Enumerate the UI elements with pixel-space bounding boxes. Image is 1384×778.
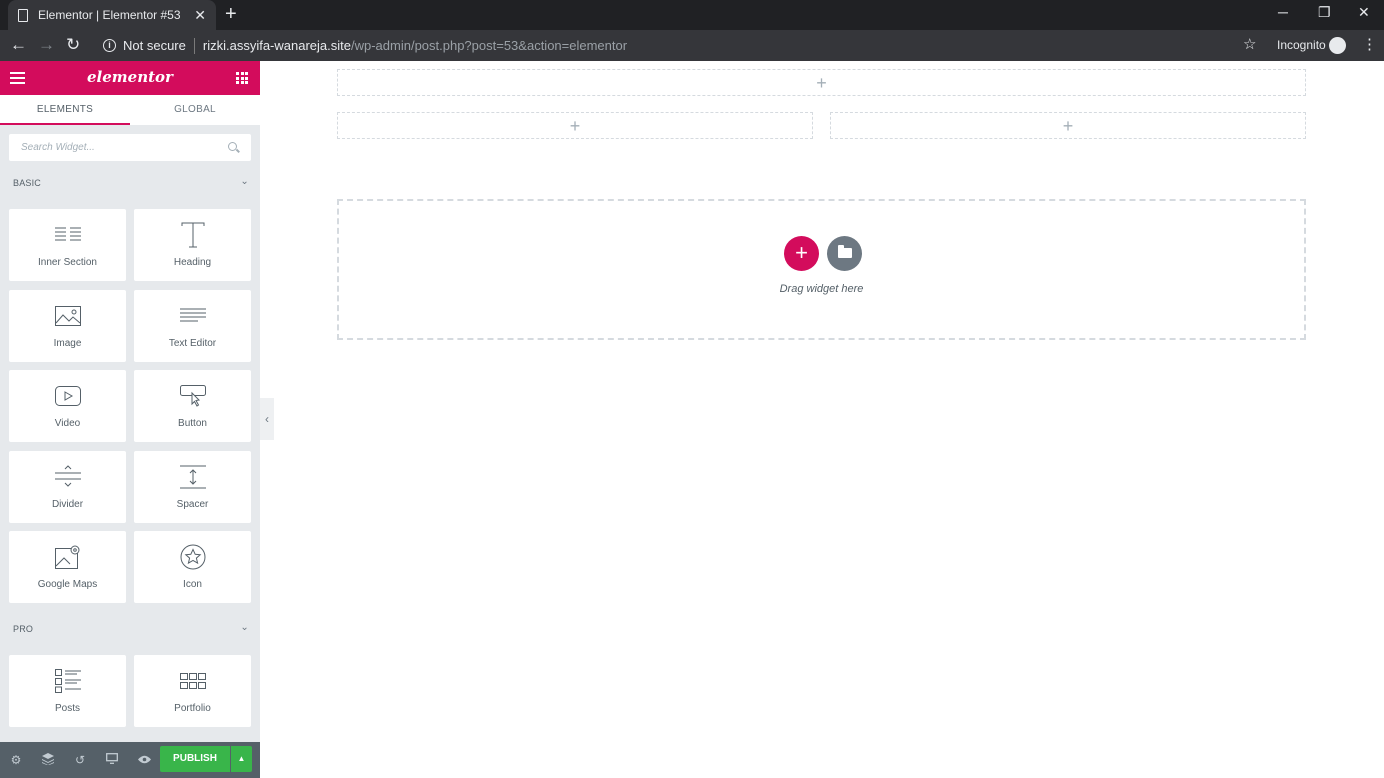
widget-divider[interactable]: Divider xyxy=(9,451,126,523)
tab-close-icon[interactable]: ✕ xyxy=(194,7,206,24)
tab-title: Elementor | Elementor #53 xyxy=(38,8,181,22)
star-icon xyxy=(134,543,251,571)
text-editor-icon xyxy=(134,302,251,330)
security-label[interactable]: Not secure xyxy=(123,38,186,53)
browser-tab[interactable]: Elementor | Elementor #53 ✕ xyxy=(8,0,216,30)
portfolio-icon xyxy=(134,667,251,695)
video-icon xyxy=(9,382,126,410)
history-icon[interactable]: ↺ xyxy=(73,753,87,767)
publish-options-arrow-icon[interactable]: ▲ xyxy=(231,746,252,772)
widget-label: Spacer xyxy=(176,499,209,510)
url-path[interactable]: /wp-admin/post.php?post=53&action=elemen… xyxy=(351,38,627,53)
widget-button[interactable]: Button xyxy=(134,370,251,442)
publish-button[interactable]: PUBLISH xyxy=(160,746,230,772)
panel-tabs: ELEMENTS GLOBAL xyxy=(0,95,260,125)
add-section-button[interactable]: + xyxy=(784,236,819,271)
url-host[interactable]: rizki.assyifa-wanareja.site xyxy=(203,38,351,53)
widget-video[interactable]: Video xyxy=(9,370,126,442)
separator xyxy=(193,37,195,54)
address-bar[interactable]: i Not secure rizki.assyifa-wanareja.site… xyxy=(94,34,1266,57)
category-basic[interactable]: BASIC ⌄ xyxy=(13,176,249,188)
forward-button[interactable]: → xyxy=(38,35,55,55)
tab-elements[interactable]: ELEMENTS xyxy=(0,95,130,125)
widget-google-maps[interactable]: Google Maps xyxy=(9,531,126,603)
reload-button[interactable]: ↻ xyxy=(66,35,80,55)
widget-heading[interactable]: Heading xyxy=(134,209,251,281)
back-button[interactable]: ← xyxy=(10,35,27,55)
search-input[interactable] xyxy=(9,134,209,161)
widget-icon[interactable]: Icon xyxy=(134,531,251,603)
button-icon xyxy=(134,382,251,410)
widgets-grid-icon[interactable] xyxy=(236,72,248,84)
widget-label: Portfolio xyxy=(174,703,211,714)
widget-image[interactable]: Image xyxy=(9,290,126,362)
browser-tab-bar: Elementor | Elementor #53 ✕ + ─ ❐ ✕ xyxy=(0,0,1384,30)
settings-gear-icon[interactable]: ⚙ xyxy=(9,753,23,767)
widget-text-editor[interactable]: Text Editor xyxy=(134,290,251,362)
tab-global[interactable]: GLOBAL xyxy=(130,95,260,125)
panel-collapse-toggle[interactable]: ‹ xyxy=(260,398,274,440)
navigator-layers-icon[interactable] xyxy=(41,753,55,767)
restore-button[interactable]: ❐ xyxy=(1318,4,1331,21)
chevron-down-icon: ⌄ xyxy=(240,176,249,187)
browser-toolbar: ← → ↻ i Not secure rizki.assyifa-wanarej… xyxy=(0,30,1384,61)
widget-label: Posts xyxy=(54,703,80,714)
drop-hint-text: Drag widget here xyxy=(779,283,864,295)
widget-spacer[interactable]: Spacer xyxy=(134,451,251,523)
add-element-plus-icon[interactable]: + xyxy=(816,74,827,92)
category-label: PRO xyxy=(13,624,34,634)
editor-canvas: + + + + Drag widget here xyxy=(274,61,1384,778)
elementor-logo: elementor xyxy=(87,68,173,86)
add-section-dropzone[interactable]: + Drag widget here xyxy=(337,199,1306,340)
widget-label: Heading xyxy=(173,257,212,268)
incognito-icon xyxy=(1329,37,1346,54)
panel-footer: ⚙ ↺ PUBLISH ▲ xyxy=(0,742,260,778)
widget-portfolio[interactable]: Portfolio xyxy=(134,655,251,727)
bookmark-star-icon[interactable]: ☆ xyxy=(1243,35,1256,53)
incognito-label: Incognito xyxy=(1277,38,1326,52)
widget-label: Google Maps xyxy=(37,579,98,590)
spacer-icon xyxy=(134,463,251,491)
widget-label: Image xyxy=(53,338,82,349)
inner-section-icon xyxy=(9,221,126,249)
search-icon[interactable] xyxy=(228,142,237,151)
posts-icon xyxy=(9,667,126,695)
browser-menu-button[interactable]: ⋮ xyxy=(1362,35,1377,53)
google-maps-icon xyxy=(9,543,126,571)
empty-column-slot[interactable]: + xyxy=(337,69,1306,96)
empty-column-slot[interactable]: + xyxy=(830,112,1306,139)
heading-icon xyxy=(134,221,251,249)
chevron-down-icon: ⌄ xyxy=(240,622,249,633)
document-icon xyxy=(18,8,28,22)
category-pro[interactable]: PRO ⌄ xyxy=(13,622,249,634)
widget-inner-section[interactable]: Inner Section xyxy=(9,209,126,281)
elementor-panel: elementor ELEMENTS GLOBAL BASIC ⌄ Inner … xyxy=(0,61,260,778)
divider-icon xyxy=(9,463,126,491)
folder-icon xyxy=(838,245,852,258)
widget-posts[interactable]: Posts xyxy=(9,655,126,727)
empty-column-slot[interactable]: + xyxy=(337,112,813,139)
widget-label: Inner Section xyxy=(38,257,97,268)
widget-label: Divider xyxy=(51,499,84,510)
add-template-button[interactable] xyxy=(827,236,862,271)
category-label: BASIC xyxy=(13,178,42,188)
responsive-mode-icon[interactable] xyxy=(105,753,119,767)
widget-label: Icon xyxy=(183,579,202,590)
add-element-plus-icon[interactable]: + xyxy=(570,117,581,135)
widget-label: Text Editor xyxy=(168,338,217,349)
info-icon[interactable]: i xyxy=(103,39,116,52)
minimize-button[interactable]: ─ xyxy=(1278,4,1288,20)
widget-label: Video xyxy=(54,418,81,429)
search-widget xyxy=(9,134,251,161)
widget-label: Button xyxy=(178,418,207,429)
new-tab-button[interactable]: + xyxy=(225,3,237,25)
preview-eye-icon[interactable] xyxy=(137,753,151,767)
image-icon xyxy=(9,302,126,330)
panel-header: elementor xyxy=(0,61,260,95)
window-close-button[interactable]: ✕ xyxy=(1358,4,1370,21)
add-element-plus-icon[interactable]: + xyxy=(1063,117,1074,135)
